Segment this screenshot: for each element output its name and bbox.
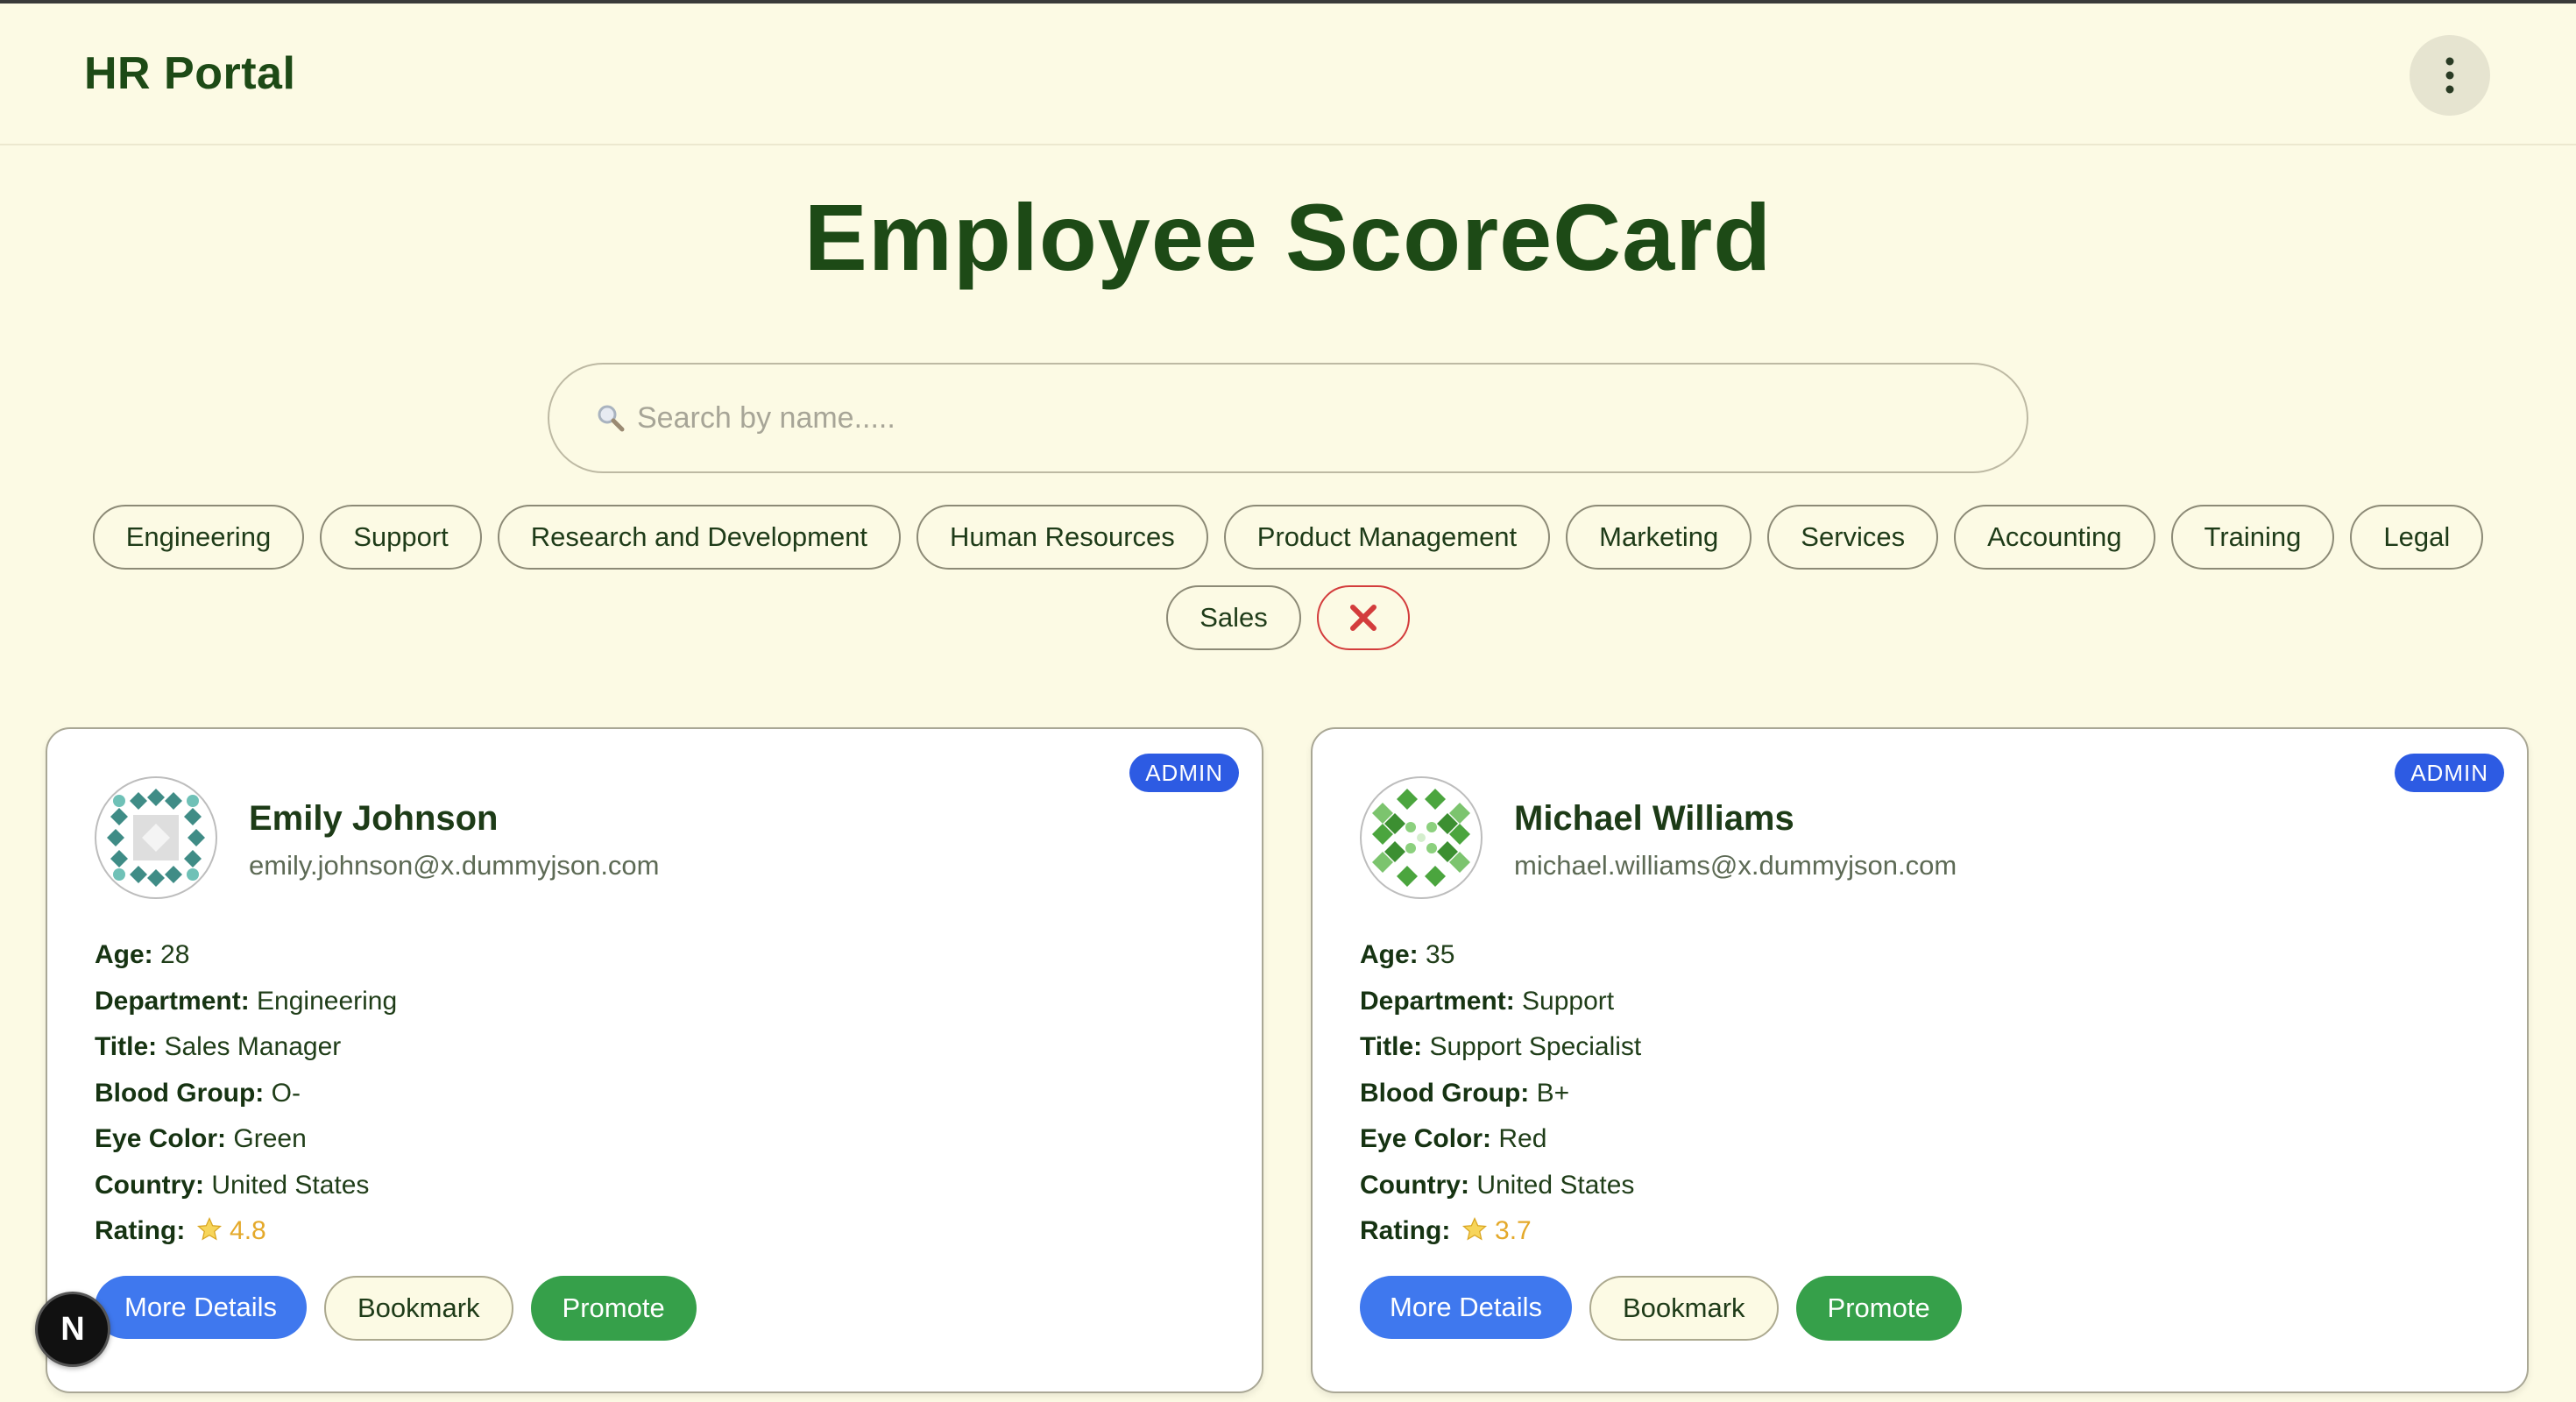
info-value: Red xyxy=(1498,1124,1547,1153)
info-label: Age: xyxy=(95,940,153,969)
filter-chip-training[interactable]: Training xyxy=(2170,505,2335,570)
info-value: Sales Manager xyxy=(164,1032,342,1061)
info-value: 28 xyxy=(160,940,190,969)
info-label: Eye Color: xyxy=(95,1124,227,1153)
info-label: Department: xyxy=(95,986,250,1016)
info-department: Department: Engineering xyxy=(95,979,397,1025)
info-title: Title: Sales Manager xyxy=(95,1024,397,1071)
close-x-icon xyxy=(1349,605,1376,631)
vertical-dots-icon xyxy=(2445,57,2454,94)
info-label: Blood Group: xyxy=(1360,1078,1530,1108)
info-blood-group: Blood Group: O- xyxy=(95,1071,397,1117)
filter-chip-engineering[interactable]: Engineering xyxy=(92,505,305,570)
employee-name: Michael Williams xyxy=(1514,799,1794,838)
info-eye-color: Eye Color: Red xyxy=(1360,1116,1641,1163)
filter-chip-marketing[interactable]: Marketing xyxy=(1566,505,1752,570)
info-age: Age: 28 xyxy=(95,932,397,979)
filter-chip-services[interactable]: Services xyxy=(1767,505,1939,570)
info-label: Country: xyxy=(1360,1170,1469,1200)
employee-email: michael.williams@x.dummyjson.com xyxy=(1514,850,1957,881)
info-rating: Rating: 4.8 xyxy=(95,1208,397,1255)
employee-info: Age: 28 Department: Engineering Title: S… xyxy=(95,932,397,1255)
identicon-green-icon xyxy=(1372,789,1470,887)
info-country: Country: United States xyxy=(1360,1163,1641,1209)
promote-button[interactable]: Promote xyxy=(530,1276,697,1341)
card-actions: More Details Bookmark Promote xyxy=(1360,1276,1962,1341)
magnifier-icon xyxy=(595,402,626,434)
filter-chip-support[interactable]: Support xyxy=(320,505,482,570)
info-country: Country: United States xyxy=(95,1163,397,1209)
employee-email: emily.johnson@x.dummyjson.com xyxy=(249,850,660,881)
dev-tools-badge[interactable]: N xyxy=(35,1292,110,1367)
employee-name: Emily Johnson xyxy=(249,799,499,838)
info-blood-group: Blood Group: B+ xyxy=(1360,1071,1641,1117)
info-label: Rating: xyxy=(95,1216,186,1245)
info-eye-color: Eye Color: Green xyxy=(95,1116,397,1163)
filter-chip-sales[interactable]: Sales xyxy=(1166,585,1301,650)
rating-value: 3.7 xyxy=(1495,1216,1532,1245)
promote-button[interactable]: Promote xyxy=(1795,1276,1962,1341)
filter-chip-research-and-development[interactable]: Research and Development xyxy=(497,505,902,570)
role-badge: ADMIN xyxy=(2395,754,2504,792)
info-value: Green xyxy=(233,1124,307,1153)
star-icon xyxy=(196,1216,222,1241)
page-title: Employee ScoreCard xyxy=(803,184,1773,290)
employee-card: ADMIN xyxy=(46,727,1263,1393)
info-label: Title: xyxy=(1360,1032,1423,1061)
navbar: HR Portal xyxy=(0,4,2576,145)
info-value: 35 xyxy=(1426,940,1455,969)
info-label: Age: xyxy=(1360,940,1419,969)
search-bar[interactable] xyxy=(548,363,2028,473)
info-value: Engineering xyxy=(257,986,398,1016)
card-actions: More Details Bookmark Promote xyxy=(95,1276,697,1341)
more-details-button[interactable]: More Details xyxy=(1360,1276,1572,1339)
brand-title[interactable]: HR Portal xyxy=(84,47,295,100)
info-department: Department: Support xyxy=(1360,979,1641,1025)
info-label: Eye Color: xyxy=(1360,1124,1492,1153)
identicon-teal-icon xyxy=(107,789,205,887)
info-age: Age: 35 xyxy=(1360,932,1641,979)
employee-card: ADMIN xyxy=(1311,727,2529,1393)
filter-chip-human-resources[interactable]: Human Resources xyxy=(916,505,1208,570)
info-value: B+ xyxy=(1536,1078,1570,1108)
employee-info: Age: 35 Department: Support Title: Suppo… xyxy=(1360,932,1641,1255)
role-badge: ADMIN xyxy=(1129,754,1239,792)
rating-value: 4.8 xyxy=(230,1216,266,1245)
info-label: Title: xyxy=(95,1032,158,1061)
filter-chip-accounting[interactable]: Accounting xyxy=(1954,505,2155,570)
info-value: United States xyxy=(211,1170,370,1200)
bookmark-button[interactable]: Bookmark xyxy=(324,1276,513,1341)
star-icon xyxy=(1461,1216,1487,1241)
filter-chip-product-management[interactable]: Product Management xyxy=(1223,505,1551,570)
info-label: Country: xyxy=(95,1170,204,1200)
info-label: Blood Group: xyxy=(95,1078,265,1108)
info-label: Rating: xyxy=(1360,1216,1451,1245)
info-title: Title: Support Specialist xyxy=(1360,1024,1641,1071)
bookmark-button[interactable]: Bookmark xyxy=(1589,1276,1779,1341)
menu-button[interactable] xyxy=(2410,35,2490,116)
info-label: Department: xyxy=(1360,986,1515,1016)
info-value: Support xyxy=(1522,986,1615,1016)
filter-chip-legal[interactable]: Legal xyxy=(2350,505,2484,570)
avatar xyxy=(95,776,217,899)
department-filters: Engineering Support Research and Develop… xyxy=(53,505,2523,650)
more-details-button[interactable]: More Details xyxy=(95,1276,307,1339)
avatar xyxy=(1360,776,1483,899)
info-value: O- xyxy=(271,1078,301,1108)
clear-filters-button[interactable] xyxy=(1316,585,1410,650)
search-input[interactable] xyxy=(635,382,2027,454)
info-value: Support Specialist xyxy=(1429,1032,1642,1061)
info-value: United States xyxy=(1476,1170,1635,1200)
info-rating: Rating: 3.7 xyxy=(1360,1208,1641,1255)
